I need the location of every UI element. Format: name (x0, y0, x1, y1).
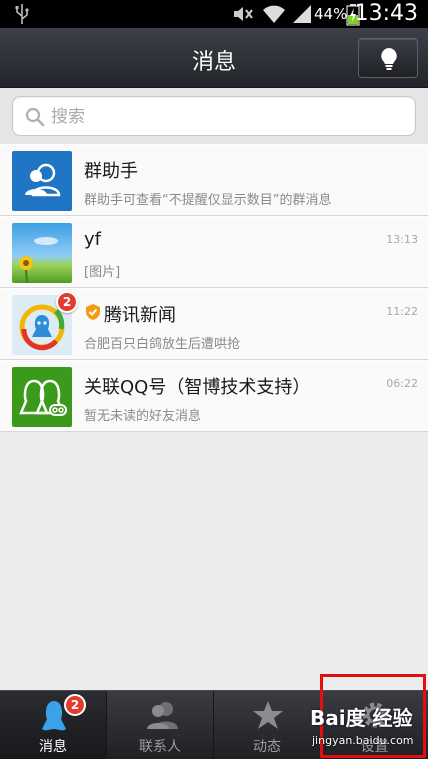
clock: 13:43 (354, 1, 418, 26)
tab-feed[interactable]: 动态 (214, 691, 321, 759)
tab-messages[interactable]: 2 消息 (0, 691, 107, 759)
conversation-list: 群助手 群助手可查看“不提醒仅显示数目”的群消息 yf [图片] 13:13 2… (0, 144, 428, 432)
search-area (0, 88, 428, 144)
verified-icon (86, 304, 100, 320)
conversation-name: 腾讯新闻 (104, 305, 176, 326)
conversation-name: yf (84, 229, 101, 250)
conversation-time: 11:22 (386, 305, 418, 318)
sunflower-sky-avatar (12, 223, 72, 283)
unread-badge: 2 (56, 291, 78, 313)
lightbulb-button[interactable] (358, 38, 418, 78)
conversation-preview: 合肥百只白鸽放生后遭哄抢 (84, 337, 241, 352)
tab-badge: 2 (64, 694, 86, 716)
group-assistant-avatar (12, 151, 72, 211)
conversation-row-tencent-news[interactable]: 2 腾讯新闻 合肥百只白鸽放生后遭哄抢 11:22 (0, 288, 428, 360)
conversation-row-linked-qq[interactable]: 关联QQ号（智博技术支持） 暂无未读的好友消息 06:22 (0, 360, 428, 432)
conversation-preview: 暂无未读的好友消息 (84, 409, 202, 424)
title-bar: 消息 (0, 28, 428, 88)
conversation-name: 群助手 (84, 161, 138, 182)
tab-label: 联系人 (139, 739, 181, 755)
group-assistant-icon (25, 163, 61, 197)
usb-icon (15, 4, 29, 24)
watermark-url: jingyan.baidu.com (312, 734, 414, 747)
star-icon (253, 701, 283, 729)
search-input[interactable] (51, 103, 401, 131)
mute-icon (234, 7, 253, 21)
conversation-time: 06:22 (386, 377, 418, 390)
tab-contacts[interactable]: 联系人 (107, 691, 214, 759)
status-bar: 44% 13:43 (0, 0, 428, 28)
conversation-time: 13:13 (386, 233, 418, 246)
conversation-row-yf[interactable]: yf [图片] 13:13 (0, 216, 428, 288)
contacts-icon (147, 702, 178, 729)
conversation-preview: 群助手可查看“不提醒仅显示数目”的群消息 (84, 193, 332, 208)
watermark-logo: Bai度 经验 (310, 706, 413, 730)
search-box[interactable] (12, 96, 416, 136)
wifi-icon (263, 5, 285, 23)
conversation-row-group-assistant[interactable]: 群助手 群助手可查看“不提醒仅显示数目”的群消息 (0, 144, 428, 216)
linked-qq-icon (19, 379, 67, 416)
conversation-name: 关联QQ号（智博技术支持） (84, 377, 311, 398)
tab-label: 动态 (253, 739, 281, 755)
search-icon (25, 107, 45, 127)
linked-qq-avatar (12, 367, 72, 427)
battery-percent: 44% (314, 5, 348, 23)
conversation-preview: [图片] (84, 265, 121, 280)
signal-icon (293, 5, 311, 23)
tab-label: 消息 (39, 739, 67, 755)
lightbulb-icon (381, 48, 397, 70)
sunflower-icon (19, 237, 58, 283)
